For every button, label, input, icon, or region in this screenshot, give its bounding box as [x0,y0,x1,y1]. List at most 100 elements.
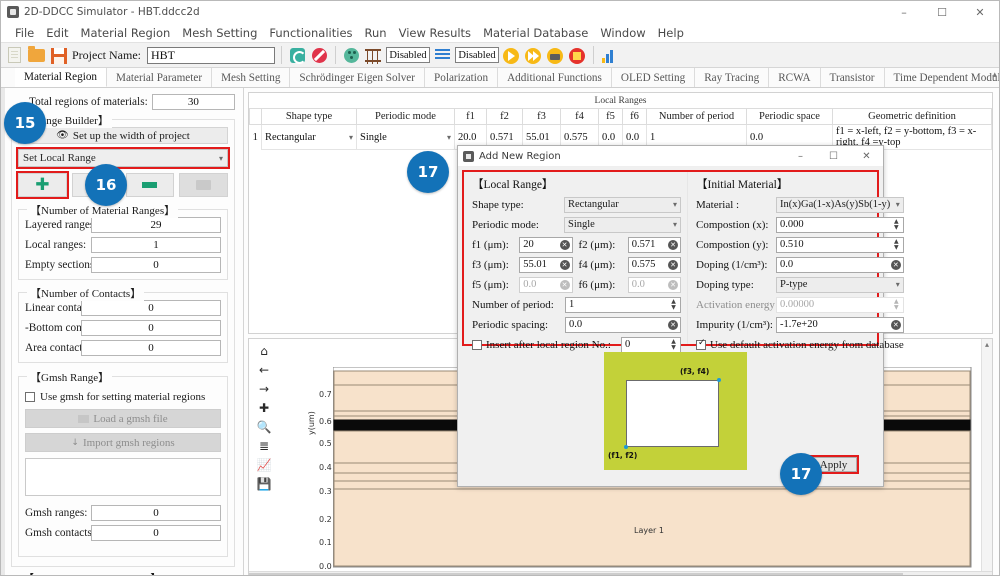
menu-item-mesh-setting[interactable]: Mesh Setting [176,26,263,40]
zoom-icon[interactable]: 🔍 [257,421,272,433]
load-gmsh-file-button[interactable]: Load a gmsh file [25,409,221,428]
f1-input[interactable]: 20 ✕ [519,236,573,253]
open-folder-icon[interactable] [27,45,46,65]
tab-scroll-up-icon[interactable]: ▴ [992,70,997,80]
menu-item-file[interactable]: File [9,26,40,40]
gmsh-file-list[interactable] [25,458,221,496]
doping-input[interactable]: 0.0 ✕ [776,256,904,273]
tab-material-parameter[interactable]: Material Parameter [107,68,213,87]
f4-input[interactable]: 0.575 ✕ [627,256,681,273]
f6-input[interactable]: 0.0 ✕ [627,276,681,293]
forward-arrow-icon[interactable]: → [259,383,269,395]
atom-icon[interactable] [342,46,361,65]
clear-icon[interactable]: ✕ [890,259,901,270]
spinner-icon[interactable]: ▲ ▼ [892,218,901,232]
cell-periodic-mode[interactable]: Single ▾ [356,124,455,150]
run-icon[interactable] [502,46,521,65]
mesh-icon[interactable] [364,46,383,65]
th-periodic-space[interactable]: Periodic space [746,108,833,125]
layers-status-field[interactable]: Disabled [454,47,499,63]
th-f3[interactable]: f3 [522,108,561,125]
th-f4[interactable]: f4 [560,108,599,125]
spinner-icon[interactable]: ▲ ▼ [669,298,678,312]
th-f5[interactable]: f5 [598,108,623,125]
clear-icon[interactable]: ✕ [668,239,678,250]
composition-y-input[interactable]: 0.510 ▲ ▼ [776,236,904,253]
menu-item-functionalities[interactable]: Functionalities [263,26,358,40]
tab-material-region[interactable]: Material Region [15,68,108,87]
th-shape-type[interactable]: Shape type [261,108,357,125]
menu-item-edit[interactable]: Edit [40,26,74,40]
material-combo[interactable]: In(x)Ga(1-x)As(y)Sb(1-y) ▾ [776,196,904,213]
layered-ranges-value[interactable]: 29 [91,217,221,233]
th-f6[interactable]: f6 [622,108,647,125]
tab-mesh-setting[interactable]: Mesh Setting [212,68,291,87]
close-icon[interactable]: ✕ [961,1,999,23]
use-default-activation-checkbox[interactable]: ✓ [696,338,706,350]
plot-horizontal-scrollbar[interactable] [249,571,992,575]
tab-time-dependent-module[interactable]: Time Dependent Module [885,68,999,87]
panel-splitter[interactable] [1,88,5,575]
total-regions-value[interactable]: 30 [151,94,235,110]
project-name-input[interactable]: HBT [146,46,275,64]
doping-type-combo[interactable]: P-type ▾ [776,276,904,293]
clear-icon[interactable]: ✕ [668,259,678,270]
save-icon[interactable] [49,46,68,65]
configure-subplots-icon[interactable]: ≣ [259,440,269,452]
run-print-icon[interactable] [546,46,565,65]
spinner-icon[interactable]: ▲ ▼ [892,238,901,252]
tab-rcwa[interactable]: RCWA [769,68,821,87]
dialog-minimize-icon[interactable]: – [784,146,817,167]
menu-item-material-region[interactable]: Material Region [75,26,177,40]
clear-icon[interactable]: ✕ [668,279,678,290]
tab-schrodinger-eigen-solver[interactable]: Schrödinger Eigen Solver [290,68,426,87]
remove-region-button[interactable] [125,173,175,197]
menu-item-window[interactable]: Window [594,26,651,40]
minimize-icon[interactable]: – [885,1,923,23]
tab-oled-setting[interactable]: OLED Setting [612,68,696,87]
periodic-mode-combo[interactable]: Single ▾ [564,216,681,233]
clear-icon[interactable]: ✕ [559,279,570,290]
back-arrow-icon[interactable]: ← [259,364,269,376]
bottom-contact-value[interactable]: 0 [81,320,221,336]
f3-input[interactable]: 55.01 ✕ [519,256,573,273]
dialog-close-icon[interactable]: ✕ [850,146,883,167]
gmsh-checkbox-row[interactable]: Use gmsh for setting material regions [25,391,221,403]
number-of-period-input[interactable]: 1 ▲ ▼ [565,296,681,313]
menu-item-run[interactable]: Run [359,26,393,40]
gmsh-ranges-value[interactable]: 0 [91,505,221,521]
th-geometric-definition[interactable]: Geometric definition [832,108,992,125]
gmsh-contacts-value[interactable]: 0 [91,525,221,541]
tab-ray-tracing[interactable]: Ray Tracing [695,68,770,87]
home-icon[interactable]: ⌂ [260,345,268,357]
insert-after-checkbox[interactable] [472,339,482,350]
cell-shape-type[interactable]: Rectangular ▾ [261,124,357,150]
f2-input[interactable]: 0.571 ✕ [627,236,681,253]
pan-icon[interactable]: ✚ [259,402,269,414]
edit-curves-icon[interactable]: 📈 [257,459,272,471]
add-region-button[interactable]: ✚ [16,171,69,199]
dialog-maximize-icon[interactable]: ☐ [817,146,850,167]
clear-icon[interactable]: ✕ [668,319,678,330]
menu-item-view-results[interactable]: View Results [393,26,477,40]
linear-contact-value[interactable]: 0 [81,300,221,316]
clear-icon[interactable]: ✕ [890,319,901,330]
f5-input[interactable]: 0.0 ✕ [519,276,573,293]
clear-icon[interactable]: ✕ [559,239,570,250]
scroll-up-icon[interactable]: ▴ [982,339,992,350]
save-figure-icon[interactable]: 💾 [257,478,272,490]
import-gmsh-regions-button[interactable]: ↓ Import gmsh regions [25,433,221,452]
tab-polarization[interactable]: Polarization [425,68,499,87]
periodic-spacing-input[interactable]: 0.0 ✕ [565,316,681,333]
empty-sections-value[interactable]: 0 [91,257,221,273]
chart-icon[interactable] [600,46,619,65]
composition-x-input[interactable]: 0.000 ▲ ▼ [776,216,904,233]
tab-transistor[interactable]: Transistor [821,68,885,87]
maximize-icon[interactable]: ☐ [923,1,961,23]
menu-item-help[interactable]: Help [652,26,690,40]
layers-icon[interactable] [433,46,452,65]
set-local-range-combo[interactable]: Set Local Range ▾ [16,147,230,169]
menu-item-material-database[interactable]: Material Database [477,26,594,40]
mesh-status-field[interactable]: Disabled [385,47,430,63]
th-f1[interactable]: f1 [454,108,487,125]
